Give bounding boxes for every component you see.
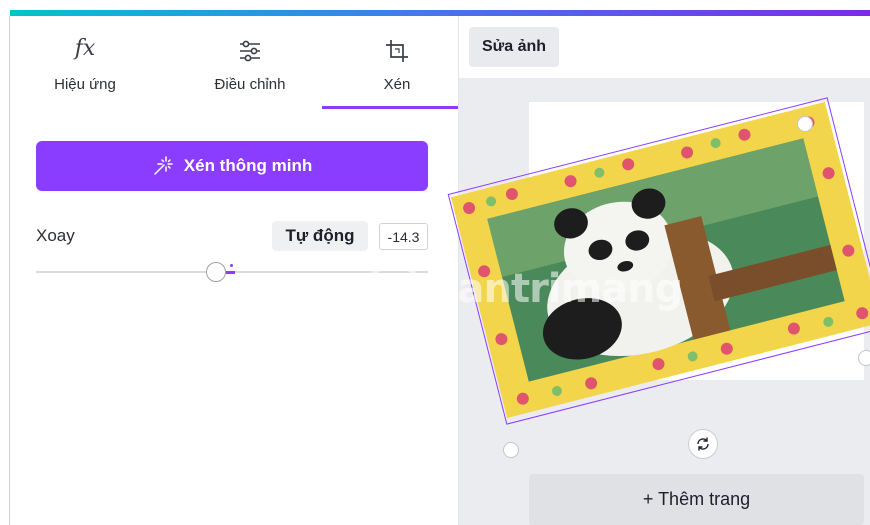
smart-crop-button[interactable]: Xén thông minh (36, 141, 428, 191)
crop-icon (386, 40, 408, 62)
rotate-icon (697, 437, 709, 451)
rotate-slider-fill (225, 271, 235, 274)
smart-crop-label: Xén thông minh (183, 156, 313, 175)
fx-icon: fx (74, 36, 96, 61)
tab-crop[interactable]: Xén (322, 16, 486, 112)
tab-adjust-label: Điều chỉnh (214, 76, 286, 93)
rotate-handle[interactable] (688, 429, 718, 459)
resize-handle-bottom-right[interactable] (858, 350, 870, 366)
auto-rotate-button[interactable]: Tự động (272, 221, 368, 251)
resize-handle-top-right[interactable] (797, 116, 813, 132)
rotate-label: Xoay (36, 226, 75, 245)
rotate-slider-center-dot (230, 264, 233, 267)
tab-adjust[interactable]: Điều chỉnh (185, 16, 315, 112)
add-page-button[interactable]: + Thêm trang (529, 474, 864, 525)
edit-photo-button[interactable]: Sửa ảnh (469, 27, 559, 67)
tab-effects[interactable]: fx Hiệu ứng (20, 16, 150, 112)
resize-handle-bottom-left[interactable] (503, 442, 519, 458)
tab-effects-label: Hiệu ứng (54, 76, 116, 93)
sliders-icon (240, 40, 260, 62)
rotate-value-input[interactable]: -14.3 (379, 223, 428, 250)
editor-canvas: Sửa ảnh + Thêm trang (447, 16, 870, 525)
crop-panel: fx Hiệu ứng Điều chỉnh Xén Xén thông min… (10, 16, 486, 525)
tool-tabs: fx Hiệu ứng Điều chỉnh Xén (10, 16, 486, 112)
tab-crop-label: Xén (383, 76, 411, 93)
rotate-slider-thumb[interactable] (206, 262, 226, 282)
magic-wand-icon (154, 156, 173, 175)
